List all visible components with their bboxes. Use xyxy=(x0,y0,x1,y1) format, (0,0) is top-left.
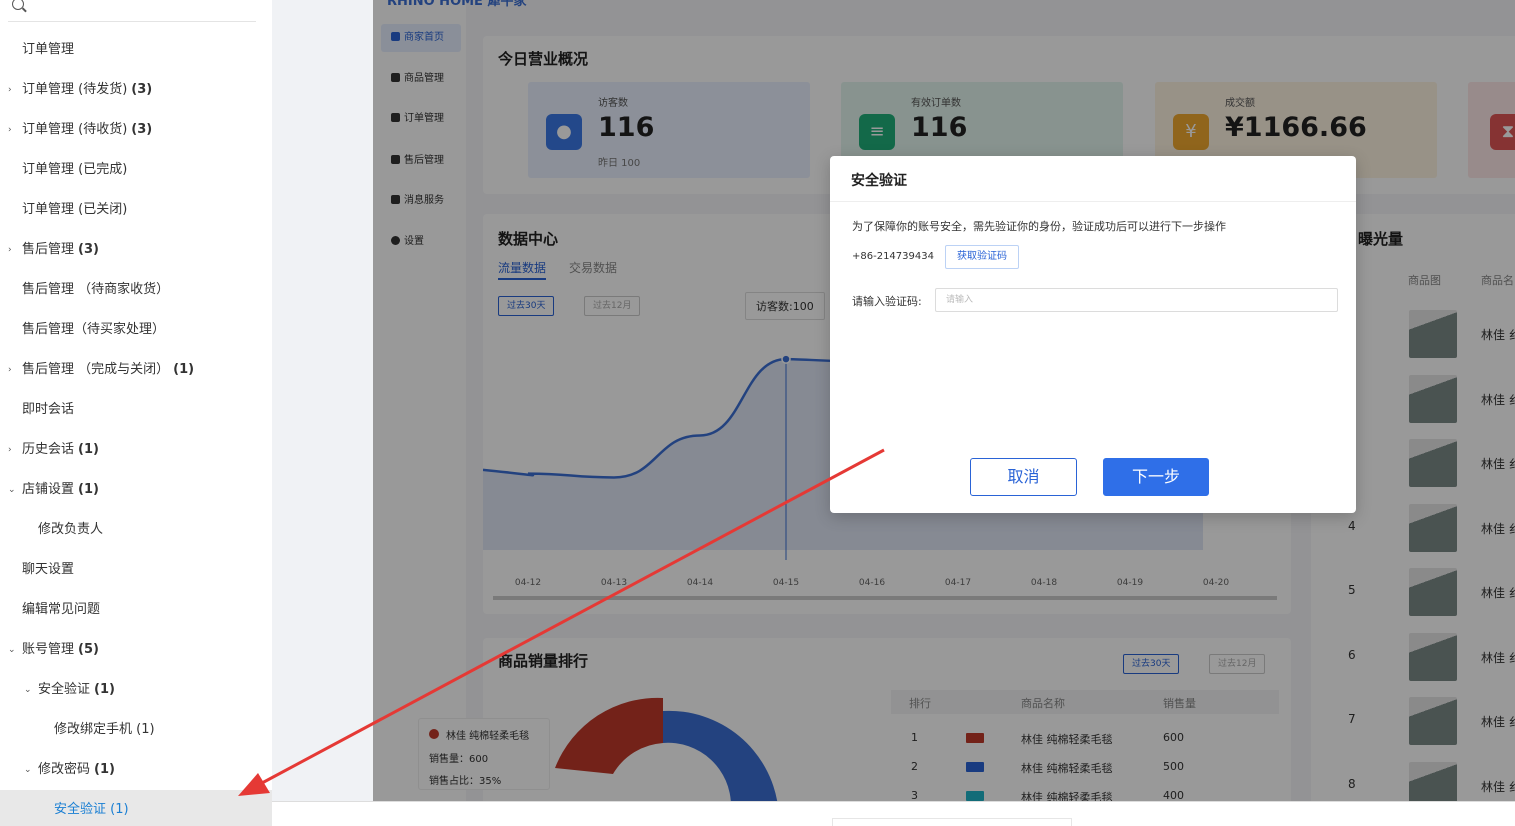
tree-item[interactable]: › 售后管理 （完成与关闭） (1) xyxy=(0,350,194,390)
tree-item[interactable]: 编辑常见问题 xyxy=(0,590,100,630)
next-step-button[interactable]: 下一步 xyxy=(1103,458,1209,496)
dialog-description: 为了保障你的账号安全，需先验证你的身份，验证成功后可以进行下一步操作 xyxy=(852,220,1226,233)
tree-item-label: 售后管理（待买家处理） xyxy=(22,322,166,337)
bottom-tab xyxy=(832,818,1072,826)
chevron-down-icon[interactable]: ⌄ xyxy=(24,670,32,710)
chevron-right-icon[interactable]: › xyxy=(8,110,12,150)
cancel-button[interactable]: 取消 xyxy=(970,458,1077,496)
tree-item[interactable]: 订单管理 (已关闭) xyxy=(0,190,127,230)
chevron-right-icon[interactable]: › xyxy=(8,70,12,110)
tree-item[interactable]: ⌄ 修改密码 (1) xyxy=(0,750,115,790)
tree-item-count: (3) xyxy=(131,122,153,137)
tree-search[interactable] xyxy=(8,0,256,22)
tree-item[interactable]: 安全验证 (1) xyxy=(0,790,272,826)
tree-item[interactable]: 售后管理 （待商家收货） xyxy=(0,270,169,310)
tree-item[interactable]: 修改负责人 xyxy=(0,510,103,550)
tree-item-count: (5) xyxy=(78,642,99,657)
tree-item[interactable]: › 历史会话 (1) xyxy=(0,430,99,470)
tree-item-label: 修改密码 xyxy=(38,762,91,777)
tree-item-label: 安全验证 (1) xyxy=(54,802,129,817)
tree-item-label: 订单管理 (已关闭) xyxy=(22,202,128,217)
dialog-header: 安全验证 xyxy=(830,156,1356,202)
tree-item-label: 聊天设置 xyxy=(22,562,75,577)
tree-item-count: (1) xyxy=(94,762,115,777)
tree-item[interactable]: 即时会话 xyxy=(0,390,74,430)
tree-item[interactable]: 订单管理 (已完成) xyxy=(0,150,127,190)
tree-item-label: 安全验证 xyxy=(38,682,91,697)
tree-item-label: 订单管理 (已完成) xyxy=(22,162,128,177)
tree-item-label: 即时会话 xyxy=(22,402,75,417)
search-icon xyxy=(12,0,24,10)
chevron-down-icon[interactable]: ⌄ xyxy=(8,630,16,670)
chevron-down-icon[interactable]: ⌄ xyxy=(8,470,16,510)
tree-item-label: 订单管理 xyxy=(22,42,75,57)
tree-item-label: 订单管理 (待发货) xyxy=(22,82,128,97)
tree-item[interactable]: › 订单管理 (待收货) (3) xyxy=(0,110,152,150)
tree-item-label: 店铺设置 xyxy=(22,482,75,497)
doc-tree-panel: 订单管理 › 订单管理 (待发货) (3) › 订单管理 (待收货) (3) 订单管理 (已完… xyxy=(0,0,272,826)
tree-item-label: 订单管理 (待收货) xyxy=(22,122,128,137)
code-label: 请输入验证码: xyxy=(852,295,922,308)
tree-item[interactable]: ⌄ 店铺设置 (1) xyxy=(0,470,99,510)
security-verify-dialog: 安全验证 为了保障你的账号安全，需先验证你的身份，验证成功后可以进行下一步操作 … xyxy=(830,156,1356,513)
chevron-right-icon[interactable]: › xyxy=(8,230,12,270)
tree-item-count: (1) xyxy=(78,482,99,497)
tree-item-count: (3) xyxy=(131,82,153,97)
get-code-button[interactable]: 获取验证码 xyxy=(945,245,1019,269)
tree-item[interactable]: ⌄ 安全验证 (1) xyxy=(0,670,115,710)
tree-item-label: 售后管理 （待商家收货） xyxy=(22,282,170,297)
tree-item[interactable]: 售后管理（待买家处理） xyxy=(0,310,165,350)
tree-item[interactable]: › 订单管理 (待发货) (3) xyxy=(0,70,152,110)
tree-item[interactable]: 聊天设置 xyxy=(0,550,74,590)
tree-item[interactable]: 订单管理 xyxy=(0,30,74,70)
tree-item-label: 账号管理 xyxy=(22,642,75,657)
tree-item-label: 修改负责人 xyxy=(38,522,104,537)
tree-item-label: 修改绑定手机 (1) xyxy=(54,722,155,737)
tree-item[interactable]: › 售后管理 (3) xyxy=(0,230,99,270)
phone-number: +86-214739434 xyxy=(852,251,934,262)
verification-code-input[interactable] xyxy=(935,288,1338,312)
tree-item-label: 历史会话 xyxy=(22,442,75,457)
tree-item[interactable]: 修改绑定手机 (1) xyxy=(0,710,155,750)
tree-item-label: 售后管理 （完成与关闭） xyxy=(22,362,170,377)
tree-item-count: (3) xyxy=(78,242,99,257)
bottom-bar xyxy=(272,801,1515,826)
dialog-title: 安全验证 xyxy=(851,173,907,189)
tree-item-count: (1) xyxy=(94,682,115,697)
tree-item-count: (1) xyxy=(78,442,99,457)
chevron-down-icon[interactable]: ⌄ xyxy=(24,750,32,790)
tree-item-count: (1) xyxy=(173,362,195,377)
tree-item-label: 编辑常见问题 xyxy=(22,602,101,617)
chevron-right-icon[interactable]: › xyxy=(8,430,12,470)
tree-item[interactable]: ⌄ 账号管理 (5) xyxy=(0,630,99,670)
tree-item-label: 售后管理 xyxy=(22,242,75,257)
chevron-right-icon[interactable]: › xyxy=(8,350,12,390)
